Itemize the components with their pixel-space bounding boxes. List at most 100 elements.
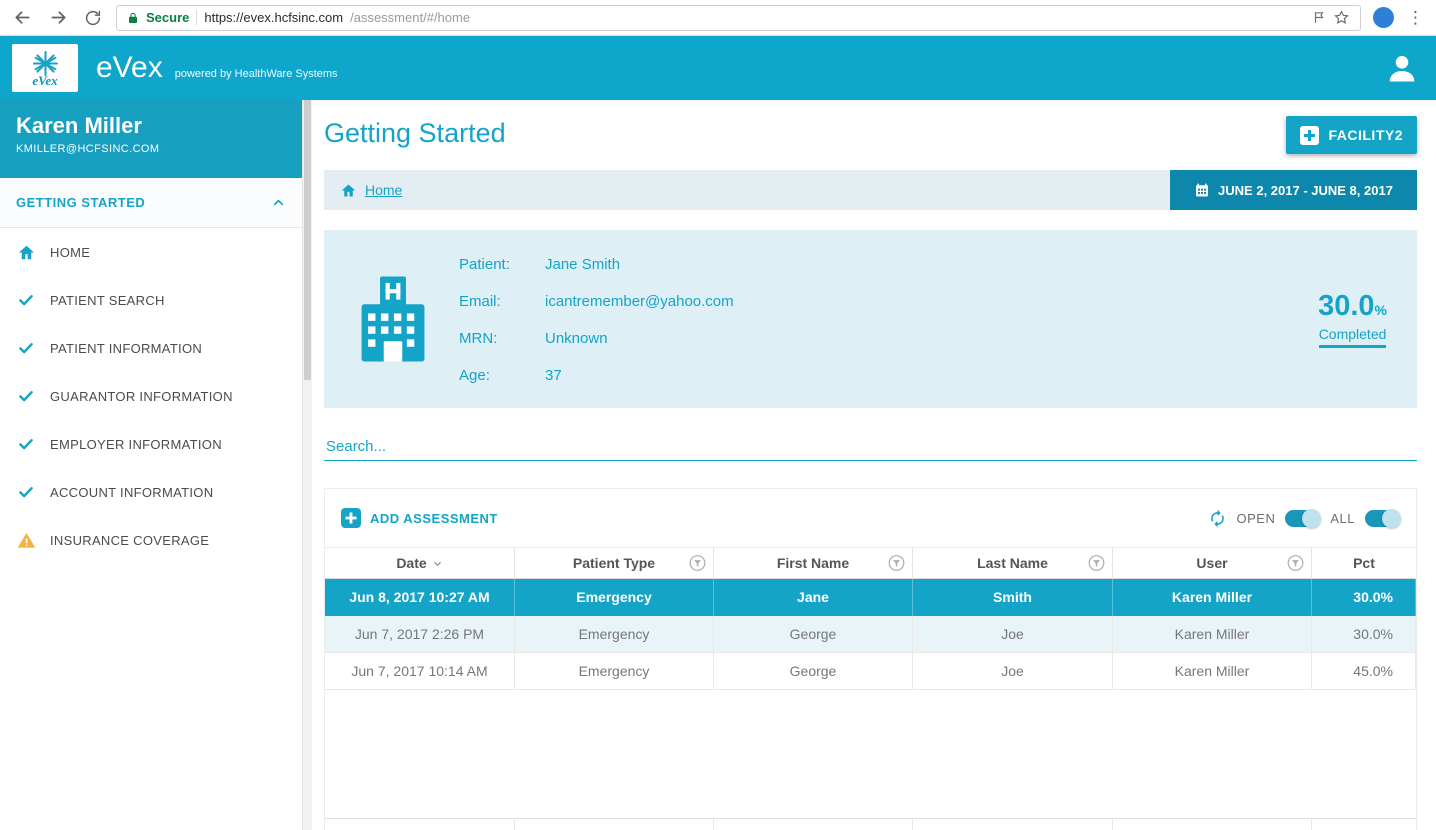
cell-patient-type: Emergency	[515, 653, 714, 690]
facility-button-label: FACILITY2	[1328, 127, 1403, 143]
forward-icon[interactable]	[48, 7, 69, 28]
sidebar-item-label: GUARANTOR INFORMATION	[50, 389, 233, 404]
sidebar-item-label: HOME	[50, 245, 90, 260]
check-icon	[16, 291, 36, 309]
back-icon[interactable]	[12, 7, 33, 28]
field-value: Unknown	[545, 330, 608, 347]
column-header-pct[interactable]: Pct	[1312, 548, 1416, 578]
sidebar-item-label: PATIENT SEARCH	[50, 293, 165, 308]
address-separator	[196, 10, 197, 25]
refresh-icon[interactable]	[84, 9, 102, 27]
scrollbar-thumb[interactable]	[304, 100, 311, 380]
url-path: /assessment/#/home	[350, 10, 470, 25]
sidebar-item-guarantor-information[interactable]: GUARANTOR INFORMATION	[0, 372, 302, 420]
patient-field: Age: 37	[459, 357, 734, 394]
column-header-patient-type[interactable]: Patient Type	[515, 548, 714, 578]
all-toggle[interactable]	[1365, 510, 1400, 527]
toggle-knob	[1302, 509, 1321, 528]
refresh-assessments-icon[interactable]	[1208, 509, 1227, 528]
sidebar-menu: HOME PATIENT SEARCH PATIENT INFORMATION …	[0, 228, 302, 564]
cell-last-name: Joe	[913, 616, 1113, 653]
filter-icon[interactable]	[888, 555, 905, 572]
save-page-flag-icon[interactable]	[1312, 10, 1326, 25]
add-assessment-label: ADD ASSESSMENT	[370, 511, 498, 526]
search-input[interactable]	[324, 433, 1417, 461]
cell-first-name: George	[714, 653, 913, 690]
sidebar-item-employer-information[interactable]: EMPLOYER INFORMATION	[0, 420, 302, 468]
sidebar-section-getting-started[interactable]: GETTING STARTED	[0, 178, 302, 228]
cell-pct: 30.0%	[1312, 616, 1416, 653]
content-scrollbar[interactable]	[302, 100, 312, 830]
app-header: eVex eVex powered by HealthWare Systems	[0, 36, 1436, 100]
sidebar-item-patient-search[interactable]: PATIENT SEARCH	[0, 276, 302, 324]
bookmark-star-icon[interactable]	[1333, 9, 1350, 26]
cell-patient-type: Emergency	[515, 616, 714, 653]
field-value: 37	[545, 367, 562, 384]
lock-icon	[127, 11, 139, 25]
sidebar-item-patient-information[interactable]: PATIENT INFORMATION	[0, 324, 302, 372]
table-row[interactable]: Jun 7, 2017 2:26 PM Emergency George Joe…	[325, 616, 1416, 653]
filter-icon[interactable]	[689, 555, 706, 572]
sidebar-item-home[interactable]: HOME	[0, 228, 302, 276]
cell-last-name: Joe	[913, 653, 1113, 690]
date-range-picker[interactable]: JUNE 2, 2017 - JUNE 8, 2017	[1170, 170, 1417, 210]
toggle-knob	[1382, 509, 1401, 528]
sidebar: Karen Miller KMILLER@HCFSINC.COM GETTING…	[0, 100, 302, 830]
user-email: KMILLER@HCFSINC.COM	[16, 143, 286, 155]
column-header-date[interactable]: Date	[325, 548, 515, 578]
cell-first-name: George	[714, 616, 913, 653]
column-header-first-name[interactable]: First Name	[714, 548, 913, 578]
completion-percent: 30.0%	[1318, 290, 1387, 323]
table-row[interactable]: Jun 8, 2017 10:27 AM Emergency Jane Smit…	[325, 579, 1416, 616]
browser-toolbar: Secure https://evex.hcfsinc.com/assessme…	[0, 0, 1436, 36]
facility-button[interactable]: FACILITY2	[1286, 116, 1417, 154]
home-icon	[340, 182, 357, 199]
address-bar[interactable]: Secure https://evex.hcfsinc.com/assessme…	[116, 5, 1361, 31]
filter-icon[interactable]	[1287, 555, 1304, 572]
sort-caret-icon	[432, 558, 443, 569]
patient-field: Email: icantremember@yahoo.com	[459, 283, 734, 320]
column-header-last-name[interactable]: Last Name	[913, 548, 1113, 578]
app-tagline: powered by HealthWare Systems	[175, 68, 338, 80]
section-title: GETTING STARTED	[16, 195, 145, 210]
patient-fields: Patient: Jane Smith Email: icantremember…	[459, 246, 734, 394]
browser-menu-icon[interactable]: ⋮	[1407, 9, 1424, 26]
hospital-icon	[356, 272, 430, 366]
plus-square-icon	[341, 508, 361, 528]
cell-last-name: Smith	[913, 579, 1113, 616]
brand-block: eVex powered by HealthWare Systems	[96, 53, 338, 83]
breadcrumb-home-link[interactable]: Home	[365, 182, 402, 198]
open-toggle[interactable]	[1285, 510, 1320, 527]
filter-icon[interactable]	[1088, 555, 1105, 572]
page-title: Getting Started	[324, 118, 506, 149]
browser-profile-avatar[interactable]	[1373, 7, 1394, 28]
home-icon	[16, 243, 36, 262]
table-empty-row	[325, 818, 1416, 830]
sidebar-user-block: Karen Miller KMILLER@HCFSINC.COM	[0, 100, 302, 178]
field-value: icantremember@yahoo.com	[545, 293, 734, 310]
browser-right-controls: ⋮	[1373, 7, 1436, 28]
calendar-icon	[1194, 182, 1210, 198]
add-assessment-button[interactable]: ADD ASSESSMENT	[341, 508, 498, 528]
completion-label: Completed	[1319, 326, 1387, 348]
patient-field: Patient: Jane Smith	[459, 246, 734, 283]
sidebar-item-insurance-coverage[interactable]: INSURANCE COVERAGE	[0, 516, 302, 564]
patient-field: MRN: Unknown	[459, 320, 734, 357]
chevron-up-icon	[271, 195, 286, 210]
sidebar-item-account-information[interactable]: ACCOUNT INFORMATION	[0, 468, 302, 516]
cell-user: Karen Miller	[1113, 616, 1312, 653]
sidebar-item-label: ACCOUNT INFORMATION	[50, 485, 213, 500]
secure-label: Secure	[146, 10, 189, 25]
user-profile-icon[interactable]	[1384, 50, 1420, 86]
check-icon	[16, 387, 36, 405]
browser-nav-buttons	[0, 7, 116, 28]
warning-icon	[16, 531, 36, 550]
check-icon	[16, 435, 36, 453]
table-row[interactable]: Jun 7, 2017 10:14 AM Emergency George Jo…	[325, 653, 1416, 690]
patient-summary-card: Patient: Jane Smith Email: icantremember…	[324, 230, 1417, 408]
plus-square-icon	[1300, 126, 1319, 145]
column-header-user[interactable]: User	[1113, 548, 1312, 578]
logo-wordmark: eVex	[32, 74, 57, 87]
app-name: eVex	[96, 53, 163, 83]
table-header: Date Patient Type First Name Last Name	[325, 547, 1416, 579]
